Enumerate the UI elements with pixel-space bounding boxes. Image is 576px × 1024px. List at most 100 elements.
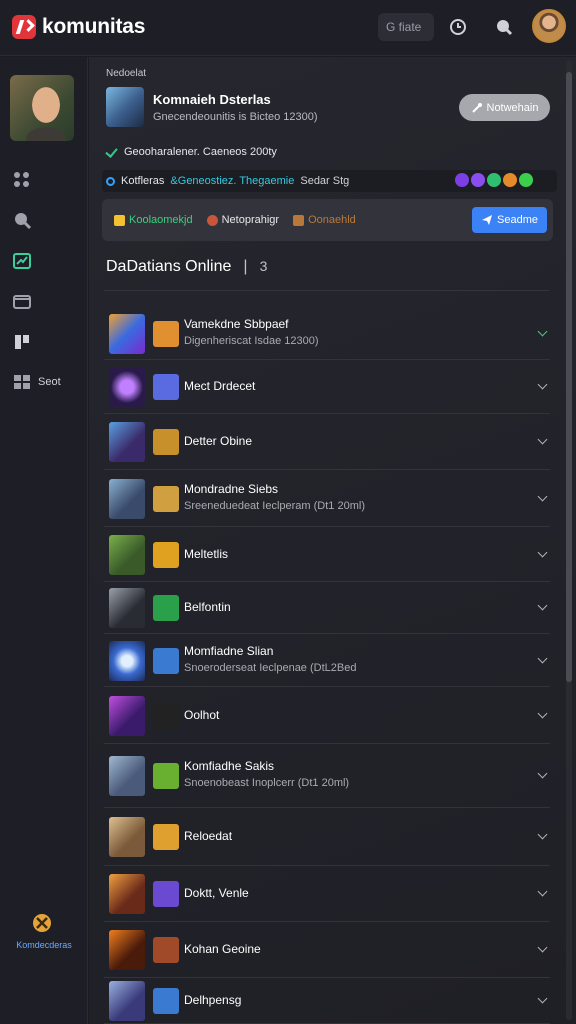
list-item[interactable]: Mondradne Siebs Sreeneduedeat Ieclperam (… [104, 470, 550, 527]
class-icon [153, 541, 179, 568]
game-icon [109, 534, 145, 575]
list-item[interactable]: Reloedat [104, 808, 550, 866]
toolbar-item-3[interactable]: Oonaehld [293, 214, 356, 226]
chart-icon[interactable] [12, 251, 32, 271]
user-avatar[interactable] [532, 9, 566, 43]
send-icon [482, 215, 492, 225]
list-item[interactable]: Komfiadhe Sakis Snoenobeast Inoplcerr (Dt… [104, 744, 550, 808]
row-title: Doktt, Venle [184, 886, 249, 900]
chevron-down-icon[interactable] [537, 547, 548, 557]
scrollbar-thumb[interactable] [566, 72, 572, 682]
row-title: Oolhot [184, 707, 220, 722]
check-icon [106, 146, 118, 158]
info-text-c: Sedar Stg [300, 175, 350, 187]
toolbar-item-1[interactable]: Koolaomekjd [114, 214, 193, 226]
trophy-icon [114, 214, 125, 226]
row-title: Momfiadne Slian [184, 643, 274, 658]
chevron-down-icon[interactable] [537, 600, 548, 611]
toolbar-item-2[interactable]: Netoprahigr [206, 214, 280, 226]
brand[interactable]: komunitas [12, 14, 145, 40]
toolbar-item-2-label: Netoprahigr [221, 214, 280, 226]
status-badge [503, 173, 517, 187]
section-count: 3 [259, 258, 268, 274]
folder-icon[interactable] [12, 291, 32, 311]
wrench-icon [471, 102, 482, 113]
puzzle-icon[interactable] [12, 332, 32, 352]
status-text: Geooharalener. Caeneos 200ty [124, 146, 277, 158]
chevron-down-icon[interactable] [537, 768, 548, 779]
class-icon [153, 702, 179, 729]
class-icon [153, 763, 179, 789]
row-subtitle: Snoenobeast Inoplcerr (Dt1 20ml) [184, 777, 350, 789]
chevron-down-icon[interactable] [537, 886, 548, 897]
section-heading: DaDatians Online | 3 [106, 258, 267, 276]
filter-toolbar: Koolaomekjd Netoprahigr Oonaehld Seadme [102, 199, 553, 241]
chevron-down-icon[interactable] [537, 653, 548, 663]
game-icon [109, 930, 145, 970]
search-label: G fiate [386, 20, 422, 34]
chevron-down-icon[interactable] [537, 942, 548, 953]
grid-dots-icon[interactable] [12, 170, 32, 190]
game-icon [109, 981, 145, 1021]
chevron-down-icon[interactable] [537, 326, 548, 337]
chevron-down-icon[interactable] [537, 434, 548, 445]
list-item[interactable]: Detter Obine [104, 414, 550, 470]
class-icon [153, 429, 179, 455]
status-badge [487, 173, 501, 187]
list-item[interactable]: Meltetlis [104, 527, 550, 582]
info-text-a: Kotfleras [121, 175, 165, 187]
game-icon [109, 817, 145, 857]
chevron-down-icon[interactable] [537, 829, 548, 840]
profile-subtitle: Gnecendeounitis is Bicteo 12300) [153, 111, 318, 123]
profile-title: Komnaieh Dsterlas [153, 92, 271, 107]
game-icon [109, 695, 145, 736]
toolbar-primary-button[interactable]: Seadme [472, 207, 547, 233]
list-item[interactable]: Momfiadne Slian Snoeroderseat Ieclpenae (… [104, 634, 550, 687]
row-title: Komfiadhe Sakis [184, 759, 275, 773]
list-item[interactable]: Mect Drdecet [104, 360, 550, 414]
list-item[interactable]: Doktt, Venle [104, 866, 550, 922]
row-title: Mondradne Siebs [184, 481, 279, 496]
game-icon [109, 367, 145, 407]
community-badge-icon[interactable] [31, 912, 53, 934]
toolbar-button-label: Seadme [497, 214, 538, 226]
row-title: Detter Obine [184, 434, 253, 448]
profile-action-button[interactable]: Notwehain [459, 94, 550, 121]
row-title: Kohan Geoine [184, 942, 261, 956]
brand-logo-icon [12, 15, 36, 39]
list-item[interactable]: Delhpensg [104, 978, 550, 1024]
game-icon [109, 640, 145, 681]
class-icon [153, 824, 179, 850]
sidebar-bottom-label[interactable]: Komdecderas [6, 940, 82, 950]
status-badge [471, 173, 485, 187]
notification-icon[interactable] [493, 16, 515, 38]
row-title: Reloedat [184, 829, 233, 843]
profile-game-icon [106, 87, 144, 127]
chevron-down-icon[interactable] [537, 379, 548, 390]
target-icon [206, 214, 218, 226]
status-badge [455, 173, 469, 187]
sidebar-item-label[interactable]: Seot [38, 376, 61, 388]
game-icon [109, 588, 145, 628]
row-title: Vamekdne Sbbpaef [184, 317, 289, 331]
list-item[interactable]: Belfontin [104, 582, 550, 634]
sidebar-profile-avatar[interactable] [10, 75, 74, 141]
row-title: Meltetlis [184, 546, 229, 561]
chevron-down-icon[interactable] [537, 993, 548, 1004]
list-item[interactable]: Kohan Geoine [104, 922, 550, 978]
section-separator: | [243, 258, 248, 275]
chevron-down-icon[interactable] [537, 708, 548, 718]
class-icon [153, 988, 179, 1014]
top-search-button[interactable]: G fiate [378, 13, 434, 41]
chevron-down-icon[interactable] [537, 491, 548, 501]
status-badge [519, 173, 533, 187]
row-title: Mect Drdecet [184, 379, 256, 393]
search-icon[interactable] [12, 210, 32, 230]
game-icon [109, 422, 145, 462]
clock-icon[interactable] [447, 16, 469, 38]
class-icon [153, 881, 179, 907]
apps-icon[interactable] [12, 372, 32, 392]
list-item[interactable]: Oolhot [104, 687, 550, 744]
game-icon [109, 756, 145, 796]
list-item[interactable]: Vamekdne Sbbpaef Digenheriscat Isdae 1230… [104, 308, 550, 360]
